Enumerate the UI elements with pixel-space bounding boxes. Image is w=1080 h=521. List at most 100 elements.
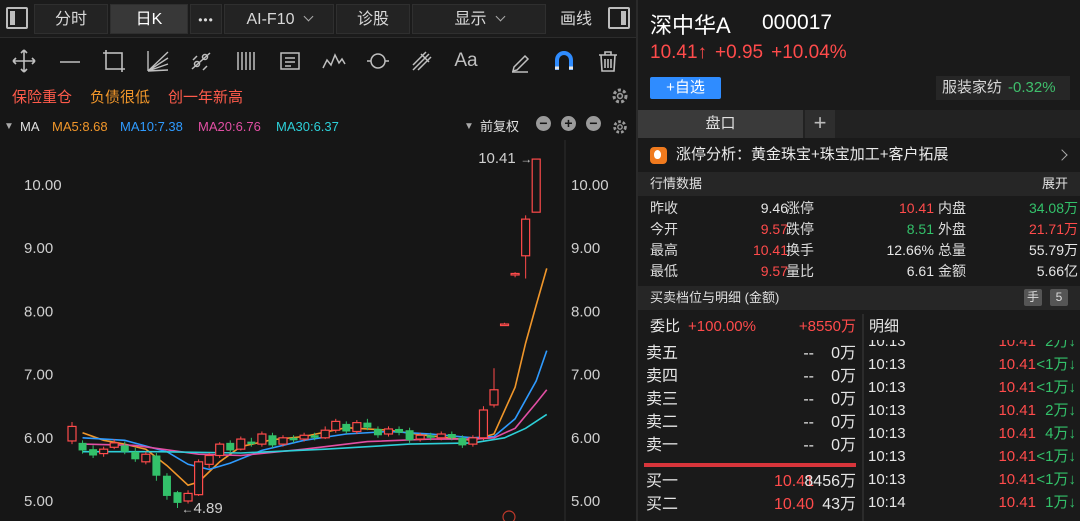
candle-body [194, 461, 204, 496]
plus-circle-icon[interactable]: + [561, 116, 576, 131]
order-volume: 43万 [822, 496, 856, 513]
kline-chart[interactable]: 10.00 9.00 8.00 7.00 6.00 5.00 10.00 9.00 8.00 7… [0, 140, 636, 521]
candle-body [299, 434, 309, 440]
measure-icon[interactable] [186, 46, 218, 76]
tick-time: 10:13 [868, 425, 906, 442]
high-price-label: 10.41 [478, 150, 516, 167]
candle-body [426, 435, 435, 438]
ma30-value: MA30:6.37 [276, 119, 339, 134]
candle-body [67, 425, 77, 442]
candle-body [499, 323, 510, 327]
rectangle-icon[interactable] [98, 46, 130, 76]
minus-circle-icon[interactable]: − [586, 116, 601, 131]
tick-price: 10.41 [998, 379, 1036, 396]
trade-detail-title: 明细 [869, 318, 900, 335]
collapse-triangle-icon[interactable]: ▼ [4, 116, 14, 138]
order-book-row[interactable]: 卖三 -- 0万 [638, 388, 862, 411]
display-dropdown[interactable]: 显示 [412, 4, 546, 34]
unit-shou-button[interactable]: 手 [1024, 289, 1042, 306]
sidebar-toggle-icon[interactable] [6, 7, 28, 29]
order-book-row[interactable]: 买一 10.41 8456万 [638, 470, 862, 493]
tick-price: 10.41 [998, 494, 1036, 511]
tab-daily-k[interactable]: 日K [110, 4, 188, 34]
tab-zhengu[interactable]: 诊股 [336, 4, 410, 34]
tick-volume: <1万↓ [1036, 448, 1076, 465]
order-book-row[interactable]: 卖四 -- 0万 [638, 365, 862, 388]
cycle-icon[interactable] [362, 46, 394, 76]
order-book-row[interactable]: 卖二 -- 0万 [638, 411, 862, 434]
candle-body [395, 428, 404, 433]
top-tab-bar: 分时 日K ••• AI-F10 诊股 显示 画线 [0, 0, 636, 38]
fan-icon[interactable] [142, 46, 174, 76]
tab-fenshi[interactable]: 分时 [34, 4, 108, 34]
y-tick-label-right: 8.00 [571, 303, 600, 320]
order-level-label: 卖二 [646, 414, 679, 431]
depth-five-button[interactable]: 5 [1050, 289, 1068, 306]
candle-body [510, 272, 520, 276]
ma20-value: MA20:6.76 [198, 119, 261, 134]
candle-body [405, 430, 414, 441]
draw-tools-button[interactable]: 画线 [548, 4, 604, 34]
more-tabs-button[interactable]: ••• [190, 4, 222, 34]
high-arrow-icon: → [520, 152, 532, 166]
tag-year-high[interactable]: 创一年新高 [168, 86, 243, 110]
tick-time: 10:14 [868, 494, 906, 511]
move-icon[interactable] [8, 46, 40, 76]
tag-insurance-holding[interactable]: 保险重仓 [12, 86, 72, 110]
settings-gear-icon[interactable] [610, 86, 630, 111]
candle-body [531, 158, 541, 213]
side-panel-toggle-icon[interactable] [608, 7, 630, 29]
tick-time: 10:13 [868, 448, 906, 465]
order-volume: 0万 [831, 437, 856, 454]
order-volume: 0万 [831, 414, 856, 431]
candle-body [478, 409, 489, 439]
y-tick-label-left: 10.00 [24, 177, 62, 194]
pen-icon[interactable] [504, 46, 536, 76]
tab-ai-f10-label: AI-F10 [246, 11, 295, 28]
candle-body [289, 437, 298, 441]
order-volume: 8456万 [804, 473, 856, 490]
y-tick-label-right: 6.00 [571, 430, 600, 447]
order-book-row[interactable]: 卖一 -- 0万 [638, 434, 862, 457]
industry-badge[interactable]: 服装家纺 -0.32% [936, 76, 1070, 100]
fq-dropdown-icon[interactable]: ▼ [464, 116, 474, 138]
order-level-label: 卖四 [646, 368, 679, 385]
order-level-label: 买二 [646, 496, 679, 513]
candle-body [215, 443, 225, 457]
minus-circle-icon[interactable]: − [536, 116, 551, 131]
tick-price: 10.41 [998, 356, 1036, 373]
horizontal-line-icon[interactable] [54, 46, 86, 76]
chevron-down-icon [303, 11, 313, 22]
order-book-row[interactable]: 卖五 -- 0万 [638, 342, 862, 365]
text-box-icon[interactable] [274, 46, 306, 76]
display-label: 显示 [454, 11, 487, 28]
candle-body [236, 438, 246, 450]
wave-icon[interactable] [318, 46, 350, 76]
text-tool-icon[interactable]: Aa [450, 46, 482, 76]
order-price: -- [803, 437, 814, 454]
y-tick-label-right: 5.00 [571, 493, 600, 510]
adjust-mode-label[interactable]: 前复权 [480, 116, 519, 138]
tag-low-debt[interactable]: 负债很低 [90, 86, 150, 110]
kline-panel: 分时 日K ••• AI-F10 诊股 显示 画线 Aa 保险重仓 负债很低 创… [0, 0, 636, 521]
tick-time: 10:13 [868, 379, 906, 396]
magnet-icon[interactable] [548, 46, 580, 76]
candle-body [183, 492, 193, 502]
tick-volume: 2万↓ [1045, 402, 1076, 419]
parallel-lines-icon[interactable] [230, 46, 262, 76]
trash-icon[interactable] [592, 46, 624, 76]
tick-row: 10:13 10.41 2万↓ [864, 340, 1080, 353]
tick-volume: 4万↓ [1045, 425, 1076, 442]
quote-panel: 深中华A 000017 10.41↑ +0.95 +10.04% +自选 服装家纺 -… [636, 0, 1080, 521]
candle-body [204, 454, 214, 465]
candle-body [247, 441, 256, 445]
candle-body [99, 448, 109, 455]
ma10-value: MA10:7.38 [120, 119, 183, 134]
signal-marker-icon [502, 510, 516, 521]
tab-ai-f10[interactable]: AI-F10 [224, 4, 334, 34]
tick-time: 10:13 [868, 356, 906, 373]
order-book-row[interactable]: 买二 10.40 43万 [638, 493, 862, 516]
fork-icon[interactable] [406, 46, 438, 76]
expand-button[interactable]: 展开 [1042, 172, 1068, 196]
y-tick-label-left: 8.00 [24, 303, 53, 320]
